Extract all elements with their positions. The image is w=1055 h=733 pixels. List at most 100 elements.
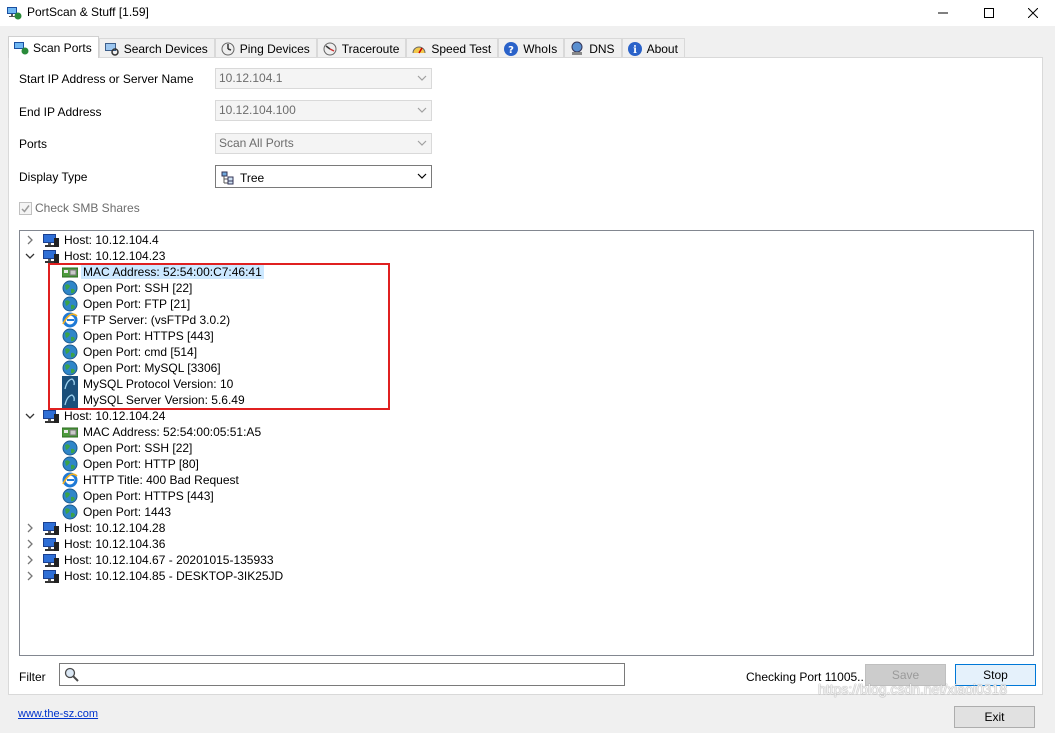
window-body: Scan Ports Search Devices Ping Devices T… — [0, 26, 1055, 733]
chevron-right-icon[interactable] — [24, 234, 36, 246]
ports-label: Ports — [19, 137, 48, 151]
tab-label: DNS — [589, 41, 615, 56]
tab-about[interactable]: i About — [621, 38, 685, 58]
end-ip-combo[interactable]: 10.12.104.100 — [215, 100, 432, 121]
maximize-icon — [984, 8, 994, 18]
tree-node-label: Host: 10.12.104.85 - DESKTOP-3IK25JD — [64, 569, 284, 583]
tree-node-label: MySQL Server Version: 5.6.49 — [83, 393, 245, 407]
help-circle-icon: ? — [504, 41, 519, 56]
globe-icon — [62, 440, 78, 456]
mysql-icon — [62, 376, 78, 392]
check-smb-checkbox[interactable] — [19, 201, 32, 215]
tree-node-label: HTTP Title: 400 Bad Request — [83, 473, 239, 487]
tab-search-devices[interactable]: Search Devices — [98, 38, 215, 58]
tab-label: About — [646, 41, 678, 56]
tree-node-label: Host: 10.12.104.24 — [64, 409, 166, 423]
tree-detail-node[interactable]: Open Port: MySQL [3306] — [62, 360, 223, 376]
app-icon — [7, 7, 22, 20]
tab-label: Scan Ports — [33, 40, 92, 55]
globe-icon — [62, 488, 78, 504]
mysql-icon — [62, 392, 78, 408]
tab-ping-devices[interactable]: Ping Devices — [214, 38, 317, 58]
chevron-right-icon[interactable] — [24, 538, 36, 550]
tab-whois[interactable]: ? WhoIs — [498, 38, 565, 58]
tree-node-label: Host: 10.12.104.36 — [64, 537, 166, 551]
tab-speed-test[interactable]: Speed Test — [406, 38, 499, 58]
tree-detail-node[interactable]: Open Port: HTTP [80] — [62, 456, 201, 472]
tree-node-label: Open Port: MySQL [3306] — [83, 361, 221, 375]
close-button[interactable] — [1010, 0, 1055, 26]
minimize-button[interactable] — [920, 0, 966, 26]
tree-detail-node[interactable]: MySQL Server Version: 5.6.49 — [62, 392, 247, 408]
end-ip-label: End IP Address — [19, 105, 102, 119]
tree-host-node[interactable]: Host: 10.12.104.4 — [24, 232, 161, 248]
tree-node-label: Open Port: cmd [514] — [83, 345, 198, 359]
tree-detail-node[interactable]: Open Port: SSH [22] — [62, 440, 194, 456]
maximize-button[interactable] — [966, 0, 1012, 26]
info-icon: i — [627, 41, 642, 56]
start-ip-combo[interactable]: 10.12.104.1 — [215, 68, 432, 89]
tree-host-node[interactable]: Host: 10.12.104.85 - DESKTOP-3IK25JD — [24, 568, 285, 584]
speedometer-icon — [412, 46, 426, 53]
tree-node-label: MySQL Protocol Version: 10 — [83, 377, 234, 391]
chevron-right-icon[interactable] — [24, 522, 36, 534]
dns-icon — [571, 41, 583, 55]
tree-host-node[interactable]: Host: 10.12.104.67 - 20201015-135933 — [24, 552, 276, 568]
save-button[interactable]: Save — [865, 664, 946, 686]
display-type-label: Display Type — [19, 170, 88, 184]
tree-detail-node[interactable]: Open Port: SSH [22] — [62, 280, 194, 296]
minimize-icon — [938, 12, 948, 14]
website-link[interactable]: www.the-sz.com — [18, 708, 98, 720]
filter-label: Filter — [19, 670, 46, 684]
host-icon — [43, 248, 59, 264]
chevron-down-icon[interactable] — [24, 250, 36, 262]
scan-status: Checking Port 11005... — [746, 670, 868, 684]
tree-detail-node[interactable]: Open Port: 1443 — [62, 504, 173, 520]
traceroute-icon — [323, 42, 337, 55]
tab-strip: Scan Ports Search Devices Ping Devices T… — [8, 36, 685, 58]
filter-input[interactable] — [59, 663, 625, 686]
tree-host-node[interactable]: Host: 10.12.104.28 — [24, 520, 167, 536]
globe-icon — [62, 456, 78, 472]
tree-detail-node[interactable]: HTTP Title: 400 Bad Request — [62, 472, 241, 488]
globe-icon — [62, 328, 78, 344]
chevron-down-icon — [417, 107, 427, 113]
tree-detail-node[interactable]: MAC Address: 52:54:00:05:51:A5 — [61, 424, 263, 440]
ports-combo[interactable]: Scan All Ports — [215, 133, 432, 154]
tree-detail-node[interactable]: Open Port: HTTPS [443] — [62, 488, 216, 504]
chevron-down-icon[interactable] — [24, 410, 36, 422]
globe-icon — [62, 344, 78, 360]
host-icon — [43, 536, 59, 552]
globe-icon — [62, 296, 78, 312]
tab-label: Speed Test — [431, 41, 492, 56]
tree-node-label: Host: 10.12.104.67 - 20201015-135933 — [64, 553, 274, 567]
globe-icon — [62, 360, 78, 376]
tree-node-label: Open Port: 1443 — [83, 505, 172, 519]
tree-detail-node[interactable]: Open Port: FTP [21] — [62, 296, 192, 312]
chevron-right-icon[interactable] — [24, 570, 36, 582]
tab-dns[interactable]: DNS — [564, 38, 622, 58]
display-type-value: Tree — [240, 170, 265, 185]
stop-button[interactable]: Stop — [955, 664, 1036, 686]
tree-detail-node[interactable]: MySQL Protocol Version: 10 — [62, 376, 235, 392]
window-title: PortScan & Stuff [1.59] — [27, 5, 149, 19]
host-icon — [43, 232, 59, 248]
tab-scan-ports[interactable]: Scan Ports — [8, 36, 99, 58]
close-icon — [1028, 8, 1038, 18]
svg-text:?: ? — [508, 45, 514, 56]
display-type-combo[interactable]: Tree — [215, 165, 432, 188]
tree-host-node[interactable]: Host: 10.12.104.24 — [24, 408, 167, 424]
network-card-icon — [61, 424, 79, 440]
exit-button[interactable]: Exit — [954, 706, 1035, 728]
tab-traceroute[interactable]: Traceroute — [316, 38, 407, 58]
tree-detail-node[interactable]: MAC Address: 52:54:00:C7:46:41 — [61, 264, 264, 280]
tree-host-node[interactable]: Host: 10.12.104.23 — [24, 248, 167, 264]
tree-detail-node[interactable]: Open Port: HTTPS [443] — [62, 328, 216, 344]
globe-icon — [62, 504, 78, 520]
chevron-right-icon[interactable] — [24, 554, 36, 566]
tree-detail-node[interactable]: FTP Server: (vsFTPd 3.0.2) — [62, 312, 232, 328]
results-tree[interactable]: Host: 10.12.104.4 Host: 10.12.104.23 MAC A… — [19, 230, 1034, 656]
tree-host-node[interactable]: Host: 10.12.104.36 — [24, 536, 167, 552]
tree-detail-node[interactable]: Open Port: cmd [514] — [62, 344, 199, 360]
chevron-down-icon — [417, 140, 427, 146]
